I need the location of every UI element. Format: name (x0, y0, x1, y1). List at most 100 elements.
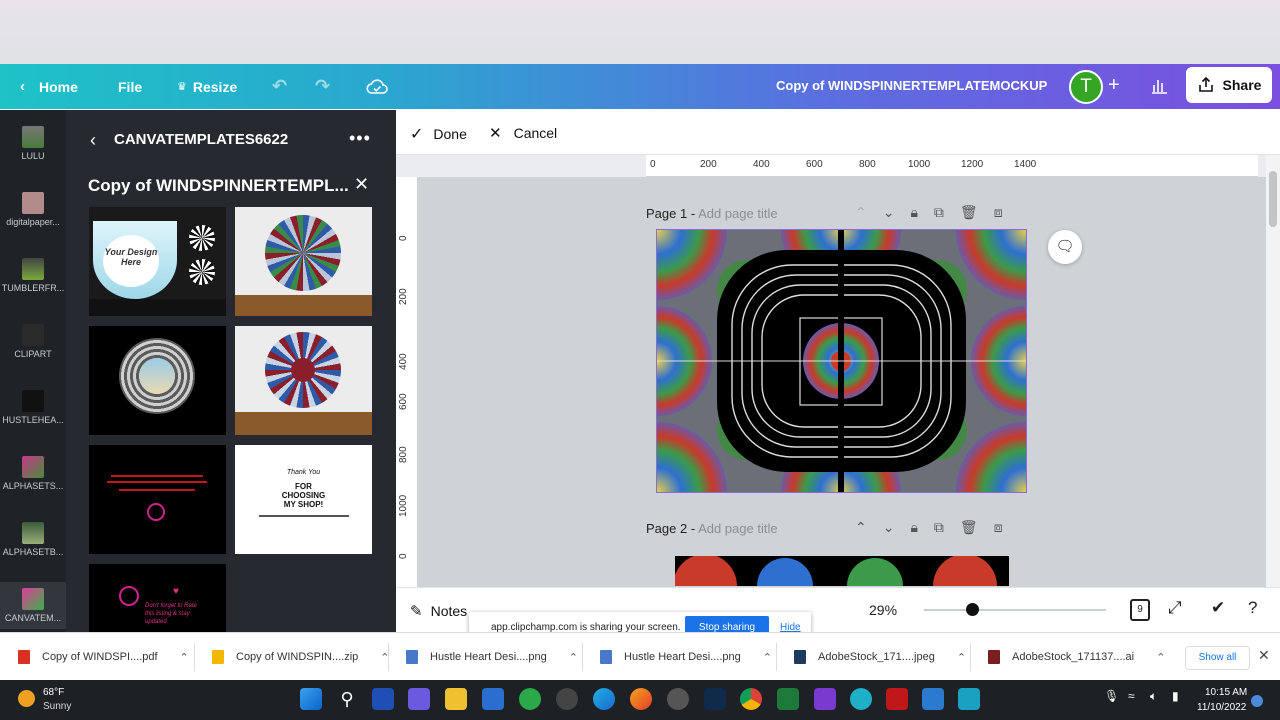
share-button[interactable]: Share (1186, 67, 1272, 103)
app-icon[interactable] (519, 688, 541, 710)
excel-icon[interactable] (777, 688, 799, 710)
photos-icon[interactable] (922, 688, 944, 710)
page-thumbnail-5[interactable] (89, 445, 226, 554)
rail-item-digitalpaper[interactable]: digitalpaper... (0, 192, 66, 227)
volume-icon[interactable]: 🔈︎ (1150, 689, 1157, 704)
page-thumbnail-4[interactable] (235, 326, 372, 435)
firefox-icon[interactable] (630, 688, 652, 710)
page-thumbnail-7[interactable]: ♥ Don't forget to Rate this listing & st… (89, 564, 226, 632)
rail-item-clipart[interactable]: CLIPART (0, 324, 66, 359)
zoom-slider-handle[interactable] (966, 603, 979, 616)
photoshop-icon[interactable] (704, 688, 726, 710)
clock-time[interactable]: 10:15 AM (1205, 687, 1247, 698)
page-title-input[interactable]: Add page title (698, 521, 778, 536)
move-page-down-icon[interactable]: ⌄ (883, 519, 895, 536)
mail-icon[interactable] (482, 688, 504, 710)
sun-icon[interactable] (18, 690, 35, 707)
page-1-canvas[interactable] (656, 229, 1027, 493)
battery-icon[interactable]: ▮ (1172, 689, 1179, 703)
chevron-up-icon[interactable]: ⌃ (763, 651, 772, 664)
app-icon[interactable] (556, 688, 578, 710)
resize-button[interactable]: ♛ Resize (177, 64, 237, 109)
mcafee-icon[interactable] (886, 688, 908, 710)
wifi-icon[interactable]: ≈ (1128, 689, 1135, 703)
redo-button[interactable]: ↷ (315, 64, 330, 109)
delete-page-icon[interactable]: 🗑︎ (960, 519, 978, 536)
search-icon[interactable]: ⚲ (336, 688, 358, 710)
download-item[interactable]: AdobeStock_171137....ai ⌃ (988, 633, 1165, 681)
home-button[interactable]: ‹ Home (20, 64, 78, 109)
move-page-up-icon[interactable]: ⌃ (855, 519, 867, 536)
check-circle-icon[interactable]: ✔ (1211, 598, 1225, 618)
page-thumbnail-1[interactable]: Your Design Here (89, 207, 226, 316)
rail-item-tumblerfr[interactable]: TUMBLERFR... (0, 258, 66, 293)
page-title-input[interactable]: Add page title (698, 206, 778, 221)
close-icon[interactable]: ✕ (354, 174, 369, 195)
lock-icon[interactable]: 🔒︎ (910, 204, 917, 221)
task-view-icon[interactable] (372, 688, 394, 710)
rail-item-lulu[interactable]: LULU (0, 126, 66, 161)
download-item[interactable]: Hustle Heart Desi....png ⌃ (406, 633, 578, 681)
duplicate-page-icon[interactable]: ⧉ (934, 204, 944, 221)
help-icon[interactable]: ? (1248, 598, 1257, 618)
notes-button[interactable]: ✎ Notes (410, 602, 467, 620)
back-chevron-icon[interactable]: ‹ (90, 130, 96, 151)
canva-app-icon[interactable] (850, 688, 872, 710)
move-page-down-icon[interactable]: ⌄ (883, 204, 895, 221)
close-icon[interactable]: ✕ (1258, 647, 1270, 664)
zoom-slider[interactable] (924, 609, 1106, 611)
vertical-scrollbar[interactable] (1266, 155, 1280, 587)
show-all-downloads-button[interactable]: Show all (1185, 646, 1250, 670)
add-page-icon[interactable]: ⧈ (994, 519, 1003, 536)
page-count-button[interactable]: 9 (1130, 599, 1150, 621)
delete-page-icon[interactable]: 🗑︎ (960, 204, 978, 221)
add-page-icon[interactable]: ⧈ (994, 204, 1003, 221)
chevron-up-icon[interactable]: ⌃ (1156, 651, 1165, 664)
page-thumbnail-6[interactable]: Thank You FOR CHOOSING MY SHOP! (235, 445, 372, 554)
weather-condition[interactable]: Sunny (43, 701, 71, 712)
download-item[interactable]: Copy of WINDSPI....pdf ⌃ (18, 633, 189, 681)
chrome-icon[interactable] (740, 688, 762, 710)
add-comment-button[interactable]: 🗨︎ (1048, 230, 1082, 264)
download-item[interactable]: Copy of WINDSPIN....zip ⌃ (212, 633, 389, 681)
teams-chat-icon[interactable] (408, 688, 430, 710)
edge-browser-icon[interactable] (593, 688, 615, 710)
weather-temperature[interactable]: 68°F (43, 687, 64, 698)
rail-item-alphasets[interactable]: ALPHASETS... (0, 456, 66, 491)
zoom-level[interactable]: 29% (869, 602, 897, 618)
done-button[interactable]: ✓ Done (410, 124, 467, 144)
cancel-button[interactable]: ✕ Cancel (489, 124, 557, 142)
file-explorer-icon[interactable] (445, 688, 467, 710)
duplicate-page-icon[interactable]: ⧉ (934, 519, 944, 536)
user-avatar[interactable]: T (1069, 70, 1103, 104)
chevron-up-icon[interactable]: ⌃ (569, 651, 578, 664)
notification-badge[interactable] (1251, 695, 1263, 707)
document-title[interactable]: Copy of WINDSPINNERTEMPLATEMOCKUP (776, 78, 1047, 93)
page-thumbnail-3[interactable] (89, 326, 226, 435)
clock-date[interactable]: 11/10/2022 (1197, 702, 1246, 713)
microphone-icon[interactable]: 🎙︎ (1104, 689, 1119, 703)
file-menu-button[interactable]: File (118, 64, 142, 109)
cloud-save-button[interactable] (366, 64, 388, 109)
chevron-up-icon[interactable]: ⌃ (180, 651, 189, 664)
scrollbar-thumb[interactable] (1269, 171, 1277, 227)
undo-button[interactable]: ↶ (272, 64, 287, 109)
page-2-canvas[interactable] (675, 556, 1009, 586)
more-options-icon[interactable]: ••• (349, 128, 371, 149)
download-item[interactable]: AdobeStock_171....jpeg ⌃ (794, 633, 966, 681)
insights-button[interactable] (1143, 71, 1175, 101)
app-icon[interactable] (958, 688, 980, 710)
page-thumbnail-2[interactable] (235, 207, 372, 316)
add-collaborator-button[interactable]: + (1108, 74, 1128, 98)
move-page-up-icon[interactable]: ⌃ (855, 204, 867, 221)
rail-item-alphasetb[interactable]: ALPHASETB... (0, 522, 66, 557)
fullscreen-icon[interactable]: ⤢ (1168, 598, 1182, 618)
app-icon[interactable] (814, 688, 836, 710)
lock-icon[interactable]: 🔒︎ (910, 519, 917, 536)
chevron-up-icon[interactable]: ⌃ (957, 651, 966, 664)
rail-item-hustlehea[interactable]: HUSTLEHEA... (0, 390, 66, 425)
media-player-icon[interactable] (667, 688, 689, 710)
start-menu-icon[interactable] (300, 688, 322, 710)
rail-item-canvatem[interactable]: CANVATEM... (0, 582, 66, 629)
download-item[interactable]: Hustle Heart Desi....png ⌃ (600, 633, 772, 681)
